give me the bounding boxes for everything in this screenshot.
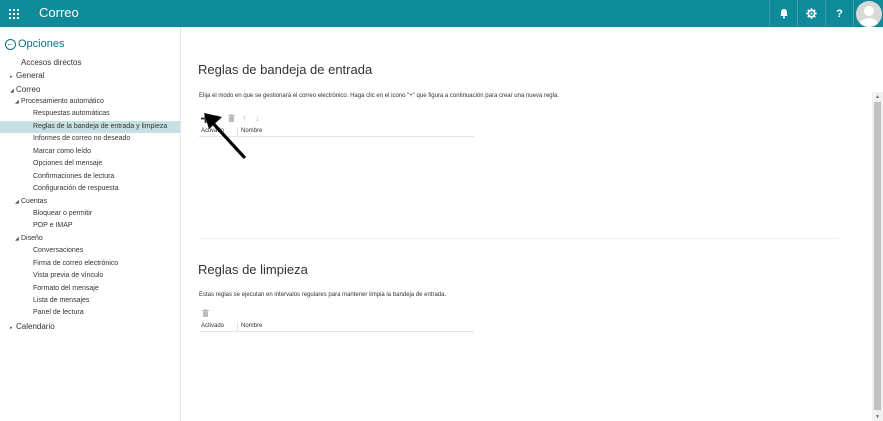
move-down-button[interactable]: ↓ [251,113,264,123]
sidebar-item-label: Configuración de respuesta [33,185,119,192]
app-title: Correo [39,5,79,20]
back-arrow-icon: ← [5,38,16,50]
sidebar-item-label: Respuestas automáticas [33,110,110,117]
cleanup-rules-description: Estas reglas se ejecutan en intervalos r… [199,292,447,298]
sidebar-item-label: Vista previa de vínculo [33,272,104,279]
options-title: Opciones [18,38,65,50]
sidebar-item[interactable]: ◢ Diseño [0,233,180,245]
annotation-arrow-icon [204,113,246,159]
sidebar-item[interactable]: Marcar como leído [0,146,180,158]
sidebar-item[interactable]: POP e IMAP [0,220,180,232]
cleanup-rules-title: Reglas de limpieza [198,262,308,277]
cleanup-rules-table-header: Activado Nombre [199,321,474,332]
sidebar-item[interactable]: Informes de correo no deseado [0,133,180,145]
top-bar: Correo ? [0,0,883,27]
sidebar-item[interactable]: ▸ Calendario [0,321,180,333]
sidebar-item[interactable]: ▸ General [0,70,180,82]
sidebar-item[interactable]: Panel de lectura [0,307,180,319]
sidebar-item-label: Reglas de la bandeja de entrada y limpie… [33,123,168,130]
main-panel: Reglas de bandeja de entrada Elija el mo… [182,27,872,421]
scroll-up-icon[interactable]: ▲ [872,92,883,101]
column-activado[interactable]: Activado [201,322,224,331]
column-nombre[interactable]: Nombre [237,322,262,331]
scroll-down-icon[interactable]: ▼ [872,412,883,421]
sidebar-item[interactable]: Respuestas automáticas [0,108,180,120]
sidebar-item-label: Formato del mensaje [33,285,99,292]
sidebar-item[interactable]: Confirmaciones de lectura [0,171,180,183]
trash-icon [202,309,209,317]
help-icon[interactable]: ? [825,0,853,27]
inbox-rules-title: Reglas de bandeja de entrada [198,62,373,77]
sidebar-item-label: Procesamiento automático [21,98,104,105]
sidebar-item-label: Diseño [21,235,43,242]
arrow-down-icon: ↓ [255,113,260,123]
sidebar-item[interactable]: Formato del mensaje [0,283,180,295]
scroll-thumb[interactable] [874,102,881,410]
delete-cleanup-rule-button[interactable] [199,308,212,318]
options-back-link[interactable]: ← Opciones [5,38,64,50]
app-launcher-icon[interactable] [0,0,27,27]
sidebar-item-label: Correo [16,85,41,94]
sidebar-item[interactable]: Conversaciones [0,245,180,257]
sidebar-item[interactable]: Bloquear o permitir [0,208,180,220]
sidebar-item[interactable]: Reglas de la bandeja de entrada y limpie… [0,121,180,133]
sidebar-item-label: Cuentas [21,198,48,205]
avatar-icon [855,0,882,27]
avatar[interactable] [853,0,883,27]
gear-icon[interactable] [797,0,825,27]
sidebar-item[interactable]: Lista de mensajes [0,295,180,307]
sidebar-item-label: Bloquear o permitir [33,210,93,217]
sidebar-item-label: Firma de correo electrónico [33,260,119,267]
sidebar-item[interactable]: Opciones del mensaje [0,158,180,170]
sidebar-item-label: Marcar como leído [33,148,91,155]
sidebar-item[interactable]: Vista previa de vínculo [0,270,180,282]
sidebar-item-label: POP e IMAP [33,222,73,229]
sidebar-item-label: Informes de correo no deseado [33,135,131,142]
sidebar-item-label: Accesos directos [21,58,82,67]
sidebar-item[interactable]: Accesos directos [0,57,180,69]
sidebar-item[interactable]: ◢ Procesamiento automático [0,96,180,108]
sidebar-item-label: General [16,71,45,80]
options-sidebar: ← Opciones Accesos directos ▸ General ◢ Corr… [0,27,181,421]
sidebar-item-label: Conversaciones [33,247,84,254]
help-glyph: ? [836,7,843,20]
sidebar-item-label: Lista de mensajes [33,297,90,304]
sidebar-item-label: Confirmaciones de lectura [33,173,115,180]
sidebar-item[interactable]: ◢ Correo [0,84,180,96]
bell-icon[interactable] [769,0,797,27]
sidebar-item-label: Calendario [16,322,55,331]
sidebar-item-label: Opciones del mensaje [33,160,103,167]
vertical-scrollbar[interactable]: ▲ ▼ [872,92,883,421]
sidebar-item[interactable]: ◢ Cuentas [0,196,180,208]
section-divider [199,238,839,239]
sidebar-item[interactable]: Configuración de respuesta [0,183,180,195]
sidebar-item-label: Panel de lectura [33,309,84,316]
cleanup-rules-toolbar [199,308,212,318]
inbox-rules-description: Elija el modo en que se gestionará el co… [199,93,559,99]
sidebar-item[interactable]: Firma de correo electrónico [0,258,180,270]
